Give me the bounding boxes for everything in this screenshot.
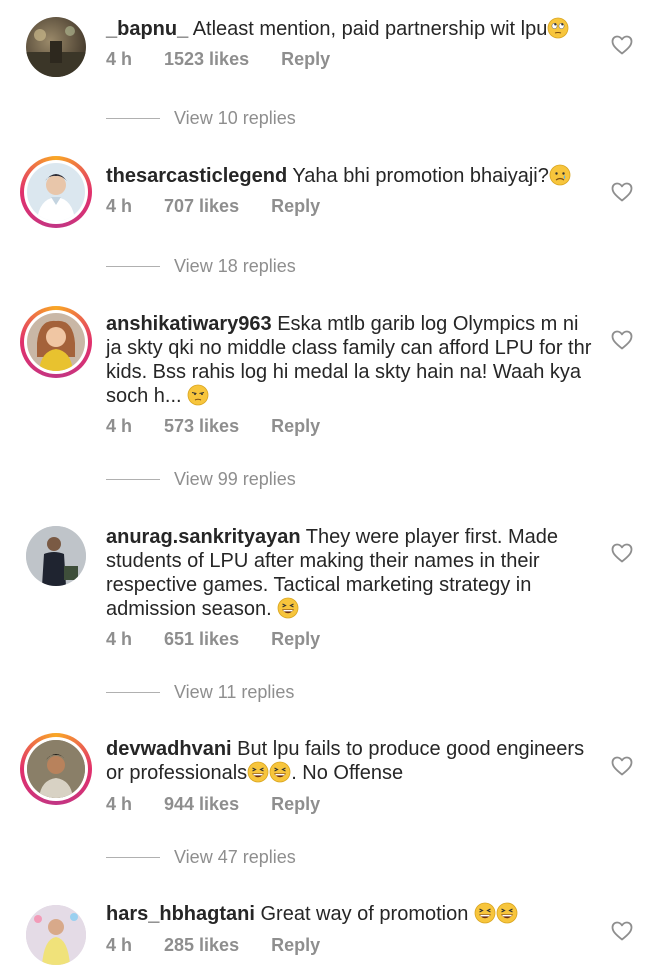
view-replies-button[interactable]: View 11 replies [106,682,294,703]
view-replies-line [106,479,160,480]
view-replies-button[interactable]: View 18 replies [106,256,296,277]
rolling-eyes-emoji-icon [547,17,569,39]
comment-time: 4 h [106,935,133,955]
avatar[interactable] [20,156,92,228]
comment-text: Yaha bhi promotion bhaiyaji? [292,165,549,187]
comment-body: anurag.sankrityayan They were player fir… [106,525,596,621]
view-replies-button[interactable]: View 10 replies [106,108,296,129]
comment-likes[interactable]: 1523 likes [164,49,249,70]
comment-text: Atleast mention, paid partnership wit lp… [192,18,548,40]
avatar-image [27,740,85,798]
comment-time: 4 h [106,794,133,814]
comment-body: thesarcasticlegend Yaha bhi promotion bh… [106,164,596,188]
view-replies-label: View 11 replies [174,682,295,702]
like-heart-icon[interactable] [610,33,634,57]
comment-username[interactable]: anshikatiwary963 [106,313,272,335]
view-replies-line [106,692,160,693]
comment-body: anshikatiwary963 Eska mtlb garib log Oly… [106,312,596,408]
comment-meta: 4 h 285 likes Reply [106,935,352,956]
avatar[interactable] [20,306,92,378]
grinning-squint-emoji-icon [277,597,299,619]
avatar-image [37,174,75,221]
comment-meta: 4 h 944 likes Reply [106,794,352,815]
crying-emoji-icon [549,164,571,186]
avatar-image [26,905,86,965]
grinning-squint-emoji-icon [496,902,518,924]
view-replies-line [106,857,160,858]
like-heart-icon[interactable] [610,919,634,943]
reply-button[interactable]: Reply [271,416,320,437]
comment-meta: 4 h 573 likes Reply [106,416,352,437]
view-replies-button[interactable]: View 47 replies [106,847,296,868]
like-heart-icon[interactable] [610,754,634,778]
avatar[interactable] [20,733,92,805]
comment-text-part-2: . No Offense [291,762,404,784]
reply-button[interactable]: Reply [281,49,330,70]
view-replies-button[interactable]: View 99 replies [106,469,296,490]
avatar[interactable] [26,17,86,77]
like-heart-icon[interactable] [610,328,634,352]
comment-likes[interactable]: 651 likes [164,629,239,650]
comment-body: _bapnu_ Atleast mention, paid partnershi… [106,17,596,41]
reply-button[interactable]: Reply [271,629,320,650]
comment-meta: 4 h 651 likes Reply [106,629,352,650]
view-replies-label: View 10 replies [174,108,296,128]
like-heart-icon[interactable] [610,541,634,565]
reply-button[interactable]: Reply [271,794,320,815]
view-replies-line [106,118,160,119]
comment-username[interactable]: devwadhvani [106,738,232,760]
comment-likes[interactable]: 285 likes [164,935,239,956]
view-replies-label: View 18 replies [174,256,296,276]
comment-username[interactable]: thesarcasticlegend [106,165,287,187]
comment-body: devwadhvani But lpu fails to produce goo… [106,737,596,785]
grinning-squint-emoji-icon [247,761,269,783]
avatar-image [26,526,86,586]
like-heart-icon[interactable] [610,180,634,204]
comment-username[interactable]: _bapnu_ [106,18,188,40]
comment-username[interactable]: anurag.sankrityayan [106,526,301,548]
comment-meta: 4 h 707 likes Reply [106,196,352,217]
comment-likes[interactable]: 573 likes [164,416,239,437]
comment-time: 4 h [106,49,133,69]
comment-time: 4 h [106,629,133,649]
avatar[interactable] [26,526,86,586]
reply-button[interactable]: Reply [271,935,320,956]
view-replies-line [106,266,160,267]
comment-meta: 4 h 1523 likes Reply [106,49,362,70]
grinning-squint-emoji-icon [269,761,291,783]
comment-likes[interactable]: 707 likes [164,196,239,217]
comment-time: 4 h [106,416,133,436]
comment-username[interactable]: hars_hbhagtani [106,903,255,925]
unamused-emoji-icon [187,384,209,406]
avatar-image [26,26,86,77]
view-replies-label: View 99 replies [174,469,296,489]
comment-body: hars_hbhagtani Great way of promotion [106,902,596,926]
avatar[interactable] [26,905,86,965]
view-replies-label: View 47 replies [174,847,296,867]
reply-button[interactable]: Reply [271,196,320,217]
comment-text: Great way of promotion [260,903,469,925]
grinning-squint-emoji-icon [474,902,496,924]
comment-time: 4 h [106,196,133,216]
comment-likes[interactable]: 944 likes [164,794,239,815]
avatar-image [37,320,75,371]
